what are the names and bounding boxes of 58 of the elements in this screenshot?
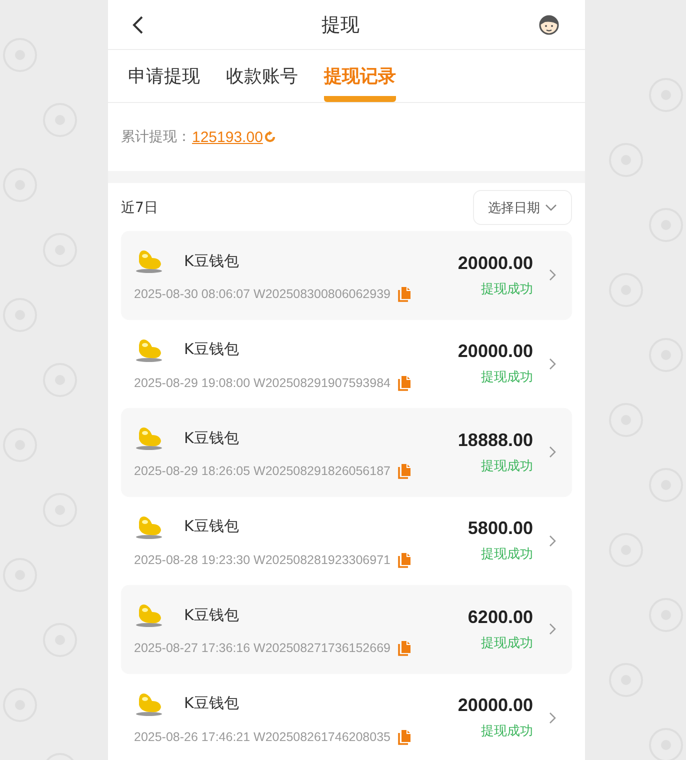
- status-text: 提现成功: [481, 280, 533, 298]
- status-text: 提现成功: [481, 546, 533, 564]
- tab[interactable]: 收款账号: [226, 50, 298, 102]
- copy-icon[interactable]: [398, 728, 412, 745]
- time-order-text: 2025-08-29 19:08:00 W202508291907593984: [134, 376, 390, 390]
- bean-icon: [134, 336, 164, 363]
- chevron-right-icon: [549, 623, 556, 636]
- total-label: 累计提现：: [121, 128, 191, 146]
- record-row[interactable]: K豆钱包 2025-08-26 17:46:21 W202508261746208035 20000.00 提现成功: [121, 674, 572, 760]
- bean-icon: [134, 690, 164, 717]
- chevron-right-icon: [549, 712, 556, 724]
- status-text: 提现成功: [481, 369, 533, 386]
- wallet-name: K豆钱包: [184, 694, 239, 714]
- wallet-name: K豆钱包: [184, 428, 239, 448]
- time-order-text: 2025-08-29 18:26:05 W202508291826056187: [134, 464, 390, 478]
- copy-icon[interactable]: [398, 552, 412, 568]
- tab[interactable]: 申请提现: [128, 50, 200, 102]
- chevron-right-icon: [549, 269, 556, 282]
- wallet-name: K豆钱包: [184, 340, 239, 360]
- amount: 18888.00: [458, 430, 533, 451]
- amount: 20000.00: [458, 341, 533, 362]
- time-order-text: 2025-08-30 08:06:07 W202508300806062939: [134, 287, 390, 302]
- bean-icon: [134, 602, 164, 628]
- refresh-icon[interactable]: [264, 131, 276, 143]
- time-order-text: 2025-08-27 17:36:16 W202508271736152669: [134, 641, 390, 656]
- chevron-right-icon: [549, 534, 556, 547]
- wallet-name: K豆钱包: [184, 252, 239, 271]
- caret-down-icon: [545, 204, 557, 212]
- record-row[interactable]: K豆钱包 2025-08-30 08:06:07 W202508300806062939 20000.00 提现成功: [121, 231, 572, 320]
- amount: 20000.00: [458, 252, 533, 274]
- status-text: 提现成功: [481, 634, 533, 652]
- copy-icon[interactable]: [398, 374, 412, 391]
- record-row[interactable]: K豆钱包 2025-08-29 18:26:05 W202508291826056187 18888.00 提现成功: [121, 408, 572, 496]
- time-order-text: 2025-08-26 17:46:21 W202508261746208035: [134, 730, 390, 744]
- back-icon[interactable]: [132, 14, 144, 34]
- bean-icon: [134, 425, 164, 452]
- bean-icon: [134, 514, 164, 540]
- status-text: 提现成功: [481, 723, 533, 740]
- record-row[interactable]: K豆钱包 2025-08-27 17:36:16 W202508271736152669 6200.00 提现成功: [121, 585, 572, 674]
- copy-icon[interactable]: [398, 640, 412, 656]
- amount: 5800.00: [468, 518, 533, 540]
- amount: 6200.00: [468, 606, 533, 628]
- time-order-text: 2025-08-28 19:23:30 W202508281923306971: [134, 552, 390, 567]
- support-agent-icon[interactable]: [537, 12, 561, 36]
- copy-icon[interactable]: [398, 286, 412, 302]
- record-row[interactable]: K豆钱包 2025-08-29 19:08:00 W202508291907593984 20000.00 提现成功: [121, 320, 572, 408]
- bean-icon: [134, 248, 164, 274]
- chevron-right-icon: [549, 358, 556, 370]
- period-label: 近7日: [121, 198, 158, 216]
- wallet-name: K豆钱包: [184, 606, 239, 625]
- page-title: 提现: [322, 12, 360, 38]
- date-picker-button[interactable]: 选择日期: [473, 190, 572, 225]
- record-row[interactable]: K豆钱包 2025-08-28 19:23:30 W202508281923306971 5800.00 提现成功: [121, 496, 572, 585]
- chevron-right-icon: [549, 446, 556, 458]
- copy-icon[interactable]: [398, 463, 412, 480]
- wallet-name: K豆钱包: [184, 517, 239, 536]
- amount: 20000.00: [458, 695, 533, 716]
- status-text: 提现成功: [481, 458, 533, 475]
